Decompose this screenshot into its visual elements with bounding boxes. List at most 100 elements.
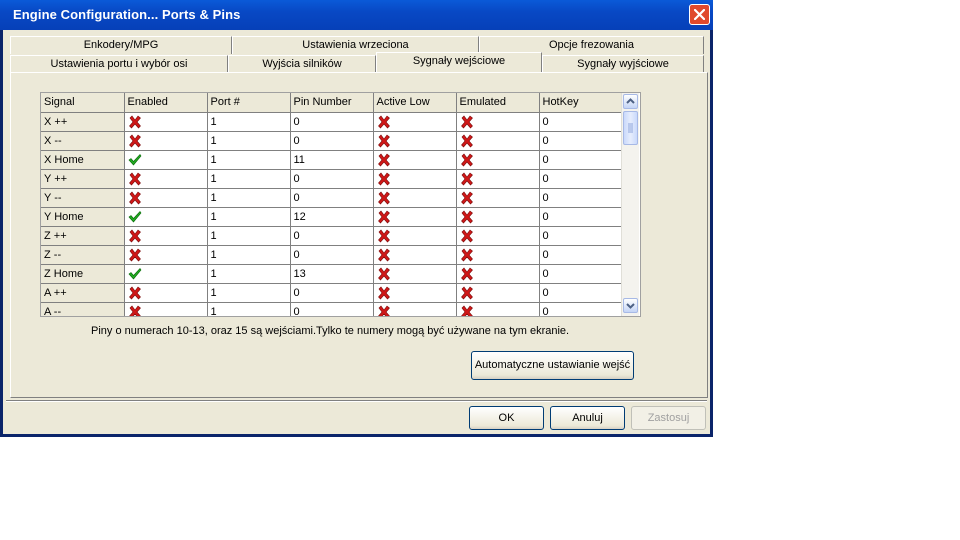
- hotkey-cell[interactable]: 0: [539, 245, 622, 265]
- enabled-cell[interactable]: [124, 112, 208, 132]
- enabled-cell[interactable]: [124, 264, 208, 284]
- table-row[interactable]: A -- 1 0 0: [41, 302, 622, 316]
- active-low-cell[interactable]: [373, 264, 457, 284]
- tab-sygnaly-wejsciowe[interactable]: Sygnały wejściowe: [376, 52, 542, 72]
- table-row[interactable]: Z -- 1 0 0: [41, 245, 622, 265]
- auto-setup-inputs-button[interactable]: Automatyczne ustawianie wejść: [471, 351, 634, 380]
- emulated-cell[interactable]: [456, 150, 540, 170]
- emulated-cell[interactable]: [456, 283, 540, 303]
- hotkey-cell[interactable]: 0: [539, 283, 622, 303]
- signal-cell[interactable]: X --: [41, 131, 125, 151]
- column-header[interactable]: Active Low: [373, 93, 457, 113]
- enabled-cell[interactable]: [124, 131, 208, 151]
- ok-button[interactable]: OK: [469, 406, 544, 430]
- enabled-cell[interactable]: [124, 188, 208, 208]
- port-cell[interactable]: 1: [207, 131, 291, 151]
- pin-cell[interactable]: 0: [290, 245, 374, 265]
- active-low-cell[interactable]: [373, 112, 457, 132]
- active-low-cell[interactable]: [373, 283, 457, 303]
- emulated-cell[interactable]: [456, 207, 540, 227]
- enabled-cell[interactable]: [124, 169, 208, 189]
- table-row[interactable]: Z Home 1 13 0: [41, 264, 622, 284]
- active-low-cell[interactable]: [373, 169, 457, 189]
- emulated-cell[interactable]: [456, 302, 540, 316]
- table-row[interactable]: Y ++ 1 0 0: [41, 169, 622, 189]
- active-low-cell[interactable]: [373, 150, 457, 170]
- active-low-cell[interactable]: [373, 131, 457, 151]
- port-cell[interactable]: 1: [207, 150, 291, 170]
- pin-cell[interactable]: 0: [290, 188, 374, 208]
- tab-ustawienia-portu[interactable]: Ustawienia portu i wybór osi: [10, 55, 228, 73]
- enabled-cell[interactable]: [124, 207, 208, 227]
- signal-cell[interactable]: Z --: [41, 245, 125, 265]
- table-row[interactable]: A ++ 1 0 0: [41, 283, 622, 303]
- signal-cell[interactable]: Z Home: [41, 264, 125, 284]
- hotkey-cell[interactable]: 0: [539, 131, 622, 151]
- signal-cell[interactable]: Y ++: [41, 169, 125, 189]
- hotkey-cell[interactable]: 0: [539, 207, 622, 227]
- cancel-button[interactable]: Anuluj: [550, 406, 625, 430]
- hotkey-cell[interactable]: 0: [539, 188, 622, 208]
- scroll-down-button[interactable]: [623, 298, 638, 313]
- port-cell[interactable]: 1: [207, 226, 291, 246]
- enabled-cell[interactable]: [124, 283, 208, 303]
- column-header[interactable]: Emulated: [456, 93, 540, 113]
- hotkey-cell[interactable]: 0: [539, 302, 622, 316]
- tab-sygnaly-wyjsciowe[interactable]: Sygnały wyjściowe: [542, 55, 704, 73]
- emulated-cell[interactable]: [456, 188, 540, 208]
- hotkey-cell[interactable]: 0: [539, 150, 622, 170]
- signal-cell[interactable]: X Home: [41, 150, 125, 170]
- column-header[interactable]: HotKey: [539, 93, 622, 113]
- table-row[interactable]: X ++ 1 0 0: [41, 112, 622, 132]
- scroll-thumb[interactable]: [623, 111, 638, 145]
- signal-cell[interactable]: Y --: [41, 188, 125, 208]
- scroll-up-button[interactable]: [623, 94, 638, 109]
- pin-cell[interactable]: 0: [290, 169, 374, 189]
- column-header[interactable]: Port #: [207, 93, 291, 113]
- pin-cell[interactable]: 13: [290, 264, 374, 284]
- emulated-cell[interactable]: [456, 226, 540, 246]
- pin-cell[interactable]: 0: [290, 283, 374, 303]
- emulated-cell[interactable]: [456, 169, 540, 189]
- column-header[interactable]: Enabled: [124, 93, 208, 113]
- pin-cell[interactable]: 0: [290, 226, 374, 246]
- table-row[interactable]: X Home 1 11 0: [41, 150, 622, 170]
- emulated-cell[interactable]: [456, 245, 540, 265]
- port-cell[interactable]: 1: [207, 188, 291, 208]
- hotkey-cell[interactable]: 0: [539, 226, 622, 246]
- tab-wyjscia-silnikow[interactable]: Wyjścia silników: [228, 55, 376, 73]
- port-cell[interactable]: 1: [207, 245, 291, 265]
- table-row[interactable]: Y Home 1 12 0: [41, 207, 622, 227]
- port-cell[interactable]: 1: [207, 169, 291, 189]
- port-cell[interactable]: 1: [207, 112, 291, 132]
- active-low-cell[interactable]: [373, 226, 457, 246]
- emulated-cell[interactable]: [456, 131, 540, 151]
- table-row[interactable]: Y -- 1 0 0: [41, 188, 622, 208]
- apply-button[interactable]: Zastosuj: [631, 406, 706, 430]
- port-cell[interactable]: 1: [207, 264, 291, 284]
- port-cell[interactable]: 1: [207, 207, 291, 227]
- close-button[interactable]: [689, 4, 710, 25]
- pin-cell[interactable]: 0: [290, 302, 374, 316]
- port-cell[interactable]: 1: [207, 283, 291, 303]
- pin-cell[interactable]: 11: [290, 150, 374, 170]
- column-header[interactable]: Signal: [41, 93, 125, 113]
- title-bar[interactable]: Engine Configuration... Ports & Pins: [0, 0, 713, 30]
- enabled-cell[interactable]: [124, 150, 208, 170]
- table-row[interactable]: Z ++ 1 0 0: [41, 226, 622, 246]
- pin-cell[interactable]: 0: [290, 112, 374, 132]
- signal-cell[interactable]: X ++: [41, 112, 125, 132]
- signal-cell[interactable]: Y Home: [41, 207, 125, 227]
- tab-enkodery[interactable]: Enkodery/MPG: [10, 36, 232, 54]
- port-cell[interactable]: 1: [207, 302, 291, 316]
- column-header[interactable]: Pin Number: [290, 93, 374, 113]
- vertical-scrollbar[interactable]: [621, 93, 639, 316]
- hotkey-cell[interactable]: 0: [539, 169, 622, 189]
- active-low-cell[interactable]: [373, 245, 457, 265]
- active-low-cell[interactable]: [373, 207, 457, 227]
- hotkey-cell[interactable]: 0: [539, 112, 622, 132]
- active-low-cell[interactable]: [373, 302, 457, 316]
- enabled-cell[interactable]: [124, 226, 208, 246]
- hotkey-cell[interactable]: 0: [539, 264, 622, 284]
- signal-cell[interactable]: A ++: [41, 283, 125, 303]
